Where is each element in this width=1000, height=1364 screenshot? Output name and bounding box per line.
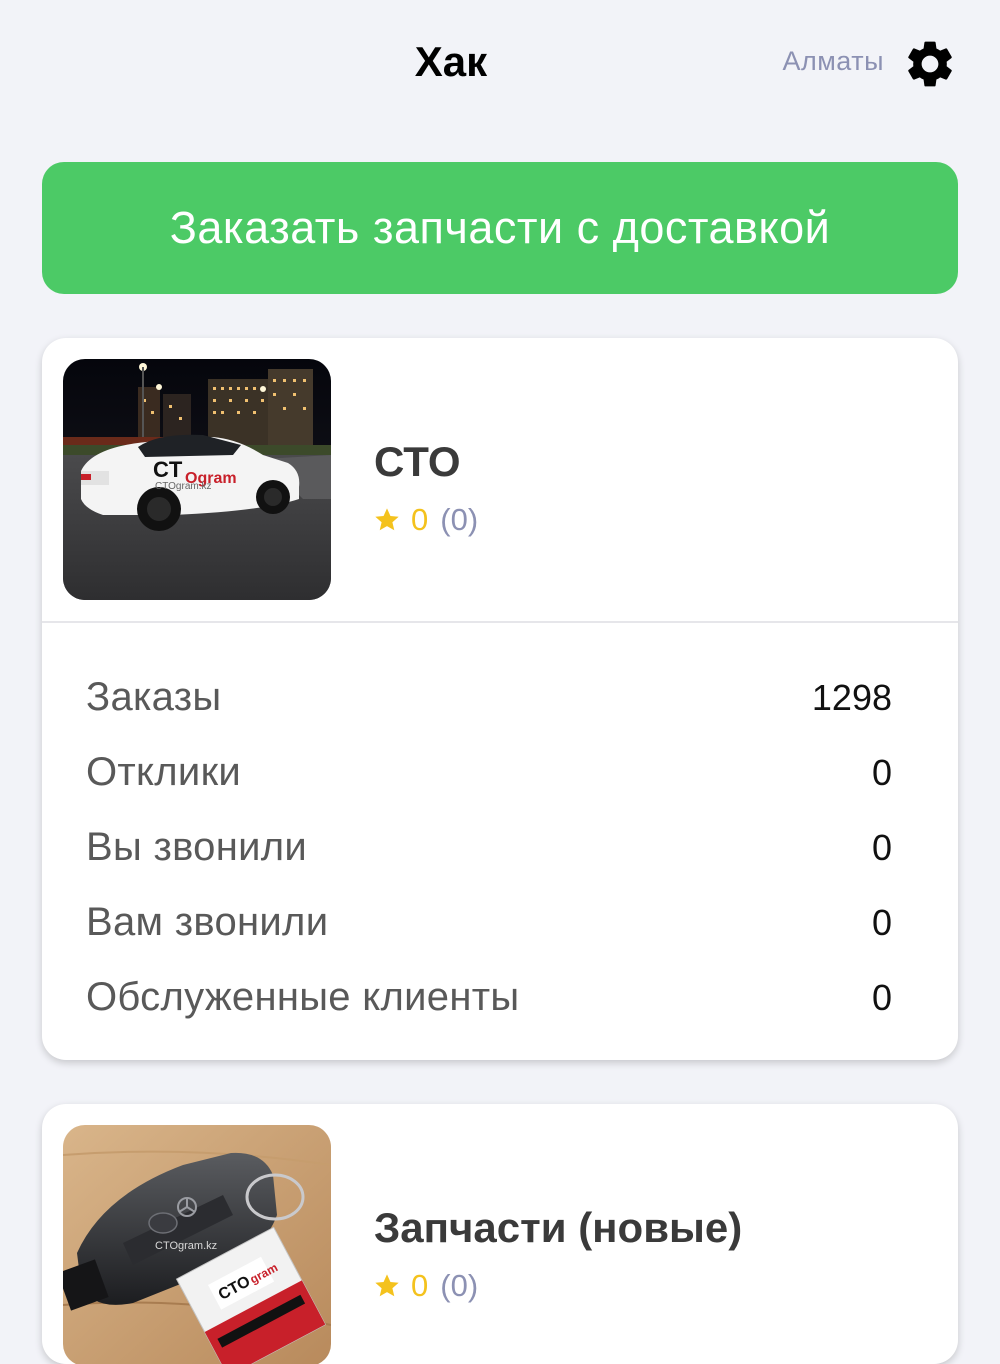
rating-score: 0 <box>411 502 429 537</box>
card-header[interactable]: CTOgram.kz CTO gram Запчасти (новые) 0 (… <box>42 1104 958 1364</box>
stat-label: Заказы <box>86 675 222 719</box>
stat-value: 0 <box>871 976 892 1018</box>
service-card-parts-new[interactable]: CTOgram.kz CTO gram Запчасти (новые) 0 (… <box>42 1104 958 1364</box>
service-card-sto[interactable]: CT Ogram CTOgram.kz СТО 0 (0) Заказы 129… <box>42 338 958 1060</box>
svg-text:CT: CT <box>153 457 183 482</box>
gear-icon[interactable] <box>902 36 958 92</box>
divider <box>42 621 958 623</box>
order-parts-button[interactable]: Заказать запчасти с доставкой <box>42 162 958 294</box>
stat-value: 0 <box>871 826 892 868</box>
city-selector[interactable]: Алматы <box>782 46 884 77</box>
stat-label: Отклики <box>86 750 242 794</box>
stat-row-incoming-calls[interactable]: Вам звонили 0 <box>86 885 892 960</box>
stat-row-outgoing-calls[interactable]: Вы звонили 0 <box>86 810 892 885</box>
stat-label: Вам звонили <box>86 900 329 944</box>
card-title: Запчасти (новые) <box>374 1204 743 1251</box>
rating-count: (0) <box>440 502 479 537</box>
stat-row-served-clients[interactable]: Обслуженные клиенты 0 <box>86 960 892 1035</box>
star-icon <box>375 508 399 531</box>
stat-value: 0 <box>871 901 892 943</box>
rating: 0 (0) <box>373 502 478 538</box>
stat-label: Обслуженные клиенты <box>86 975 520 1019</box>
stat-row-responses[interactable]: Отклики 0 <box>86 735 892 810</box>
header: Хак Алматы <box>0 0 1000 130</box>
star-icon <box>375 1274 399 1297</box>
stat-value: 0 <box>871 751 892 793</box>
rating-score: 0 <box>411 1268 429 1303</box>
card-title: СТО <box>374 438 461 485</box>
page-title: Хак <box>414 38 488 85</box>
stat-value: 1298 <box>811 676 892 718</box>
card-header[interactable]: CT Ogram CTOgram.kz СТО 0 (0) <box>42 338 958 622</box>
svg-text:CTOgram.kz: CTOgram.kz <box>155 481 212 492</box>
stat-row-orders[interactable]: Заказы 1298 <box>86 660 892 735</box>
svg-text:CTOgram.kz: CTOgram.kz <box>155 1240 217 1252</box>
stat-label: Вы звонили <box>86 825 308 869</box>
stats-list: Заказы 1298 Отклики 0 Вы звонили 0 Вам з… <box>86 660 892 1035</box>
rating-count: (0) <box>440 1268 479 1303</box>
car-key-photo: CTOgram.kz CTO gram <box>63 1125 331 1364</box>
car-photo: CT Ogram CTOgram.kz <box>63 359 331 600</box>
rating: 0 (0) <box>373 1268 478 1304</box>
